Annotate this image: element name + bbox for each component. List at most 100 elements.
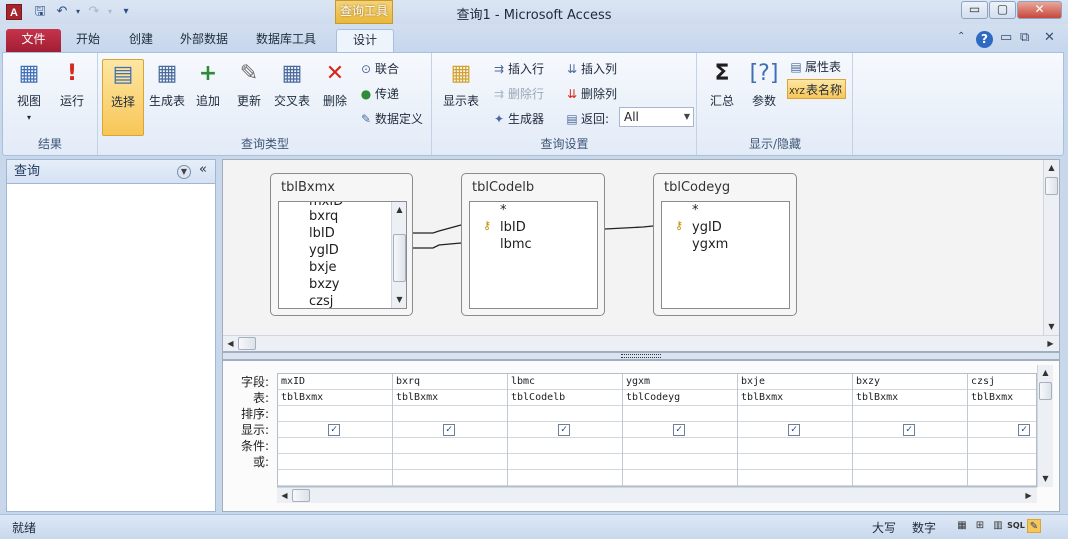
- scroll-up-icon[interactable]: ▲: [1044, 160, 1059, 175]
- close-button[interactable]: ✕: [1017, 1, 1062, 19]
- scroll-left-icon[interactable]: ◀: [277, 488, 292, 503]
- grid-cell-sort[interactable]: [623, 406, 737, 422]
- grid-cell-criteria[interactable]: [853, 438, 967, 454]
- grid-cell-criteria[interactable]: [968, 438, 1036, 454]
- grid-cell-table[interactable]: tblCodelb: [508, 390, 622, 406]
- grid-cell-field[interactable]: bxzy: [853, 374, 967, 390]
- grid-cell-criteria[interactable]: [738, 438, 852, 454]
- grid-cell-field[interactable]: lbmc: [508, 374, 622, 390]
- tab-file[interactable]: 文件: [6, 29, 61, 52]
- data-definition-button[interactable]: ✎ 数据定义: [357, 109, 423, 129]
- sql-view-icon[interactable]: SQL: [1007, 519, 1025, 533]
- nav-menu-dropdown-icon[interactable]: ▼: [177, 165, 191, 179]
- show-checkbox[interactable]: ✓: [328, 424, 340, 436]
- select-button[interactable]: ▤ 选择: [102, 59, 144, 136]
- run-button[interactable]: ! 运行: [53, 59, 91, 109]
- tables-pane-vscrollbar[interactable]: ▲ ▼: [1043, 160, 1059, 335]
- minimize-ribbon-icon[interactable]: ⌃: [957, 31, 965, 42]
- grid-column[interactable]: bxrq tblBxmx ✓: [393, 374, 508, 486]
- help-icon[interactable]: ?: [976, 31, 993, 48]
- tab-database-tools[interactable]: 数据库工具: [246, 29, 326, 52]
- grid-column[interactable]: bxzy tblBxmx ✓: [853, 374, 968, 486]
- grid-cell-or[interactable]: [278, 454, 392, 470]
- grid-column[interactable]: ygxm tblCodeyg ✓: [623, 374, 738, 486]
- grid-cell-blank[interactable]: [738, 470, 852, 486]
- show-table-button[interactable]: ▦ 显示表: [439, 59, 483, 109]
- grid-cell-blank[interactable]: [623, 470, 737, 486]
- design-view-icon[interactable]: ✎: [1027, 519, 1041, 533]
- show-checkbox[interactable]: ✓: [903, 424, 915, 436]
- grid-cell-criteria[interactable]: [393, 438, 507, 454]
- collapse-nav-icon[interactable]: «: [199, 162, 207, 177]
- builder-button[interactable]: ✦ 生成器: [490, 109, 544, 129]
- grid-column[interactable]: mxID tblBxmx ✓: [278, 374, 393, 486]
- grid-cell-table[interactable]: tblCodeyg: [623, 390, 737, 406]
- grid-column[interactable]: bxje tblBxmx ✓: [738, 374, 853, 486]
- grid-cell-table[interactable]: tblBxmx: [738, 390, 852, 406]
- grid-vscrollbar[interactable]: ▲ ▼: [1037, 365, 1053, 487]
- grid-cell-criteria[interactable]: [623, 438, 737, 454]
- grid-cell-field[interactable]: bxje: [738, 374, 852, 390]
- join-line-lbID[interactable]: [413, 224, 462, 234]
- scroll-thumb[interactable]: [1045, 177, 1058, 195]
- show-checkbox[interactable]: ✓: [558, 424, 570, 436]
- grid-cell-show[interactable]: ✓: [968, 422, 1036, 438]
- tab-external-data[interactable]: 外部数据: [170, 29, 238, 52]
- grid-cell-blank[interactable]: [278, 470, 392, 486]
- show-checkbox[interactable]: ✓: [1018, 424, 1030, 436]
- grid-cell-blank[interactable]: [968, 470, 1036, 486]
- grid-cell-show[interactable]: ✓: [393, 422, 507, 438]
- pivot-chart-view-icon[interactable]: ▥: [991, 519, 1005, 533]
- grid-cell-field[interactable]: ygxm: [623, 374, 737, 390]
- doc-close-icon[interactable]: ✕: [1044, 30, 1055, 45]
- tables-pane-hscrollbar[interactable]: ◀ ▶: [223, 335, 1059, 351]
- grid-hscrollbar[interactable]: ◀ ▶: [277, 487, 1037, 503]
- grid-cell-sort[interactable]: [508, 406, 622, 422]
- grid-cell-table[interactable]: tblBxmx: [393, 390, 507, 406]
- tab-home[interactable]: 开始: [66, 29, 110, 52]
- grid-column[interactable]: lbmc tblCodelb ✓: [508, 374, 623, 486]
- table-names-button[interactable]: XYZ表名称: [787, 79, 847, 99]
- grid-cell-blank[interactable]: [853, 470, 967, 486]
- grid-cell-or[interactable]: [853, 454, 967, 470]
- grid-cell-table[interactable]: tblBxmx: [968, 390, 1036, 406]
- delete-columns-button[interactable]: ⇊ 删除列: [563, 84, 617, 104]
- maximize-button[interactable]: ▢: [989, 1, 1016, 19]
- update-button[interactable]: ✎ 更新: [230, 59, 268, 109]
- doc-minimize-icon[interactable]: ▭: [1000, 30, 1012, 45]
- join-line-ygID[interactable]: [604, 225, 654, 230]
- crosstab-button[interactable]: ▦ 交叉表: [271, 59, 313, 109]
- grid-cell-field[interactable]: czsj: [968, 374, 1036, 390]
- pass-through-button[interactable]: ● 传递: [357, 84, 399, 104]
- totals-button[interactable]: Σ 汇总: [704, 59, 740, 109]
- scroll-thumb[interactable]: [292, 489, 310, 502]
- scroll-right-icon[interactable]: ▶: [1021, 488, 1036, 503]
- grid-cell-show[interactable]: ✓: [623, 422, 737, 438]
- grid-cell-sort[interactable]: [853, 406, 967, 422]
- make-table-button[interactable]: ▦ 生成表: [147, 59, 187, 109]
- splitter-grip-icon[interactable]: [621, 354, 661, 358]
- grid-cell-or[interactable]: [968, 454, 1036, 470]
- property-sheet-button[interactable]: ▤ 属性表: [787, 57, 841, 77]
- minimize-button[interactable]: ▭: [961, 1, 988, 19]
- grid-cell-criteria[interactable]: [508, 438, 622, 454]
- scroll-left-icon[interactable]: ◀: [223, 336, 238, 351]
- grid-cell-or[interactable]: [393, 454, 507, 470]
- delete-button[interactable]: ✕ 删除: [316, 59, 354, 109]
- tab-design[interactable]: 设计: [336, 29, 394, 52]
- grid-cell-blank[interactable]: [393, 470, 507, 486]
- append-button[interactable]: + 追加: [189, 59, 227, 109]
- return-values-select[interactable]: All ▼: [619, 107, 694, 127]
- scroll-down-icon[interactable]: ▼: [1044, 319, 1059, 334]
- grid-cell-show[interactable]: ✓: [853, 422, 967, 438]
- datasheet-view-icon[interactable]: ▦: [955, 519, 969, 533]
- pane-splitter[interactable]: [222, 352, 1060, 360]
- grid-cell-or[interactable]: [508, 454, 622, 470]
- pivot-table-view-icon[interactable]: ⊞: [973, 519, 987, 533]
- insert-columns-button[interactable]: ⇊ 插入列: [563, 59, 617, 79]
- show-checkbox[interactable]: ✓: [788, 424, 800, 436]
- union-button[interactable]: ⊙ 联合: [357, 59, 399, 79]
- grid-cell-table[interactable]: tblBxmx: [278, 390, 392, 406]
- grid-cell-sort[interactable]: [968, 406, 1036, 422]
- scroll-thumb[interactable]: [238, 337, 256, 350]
